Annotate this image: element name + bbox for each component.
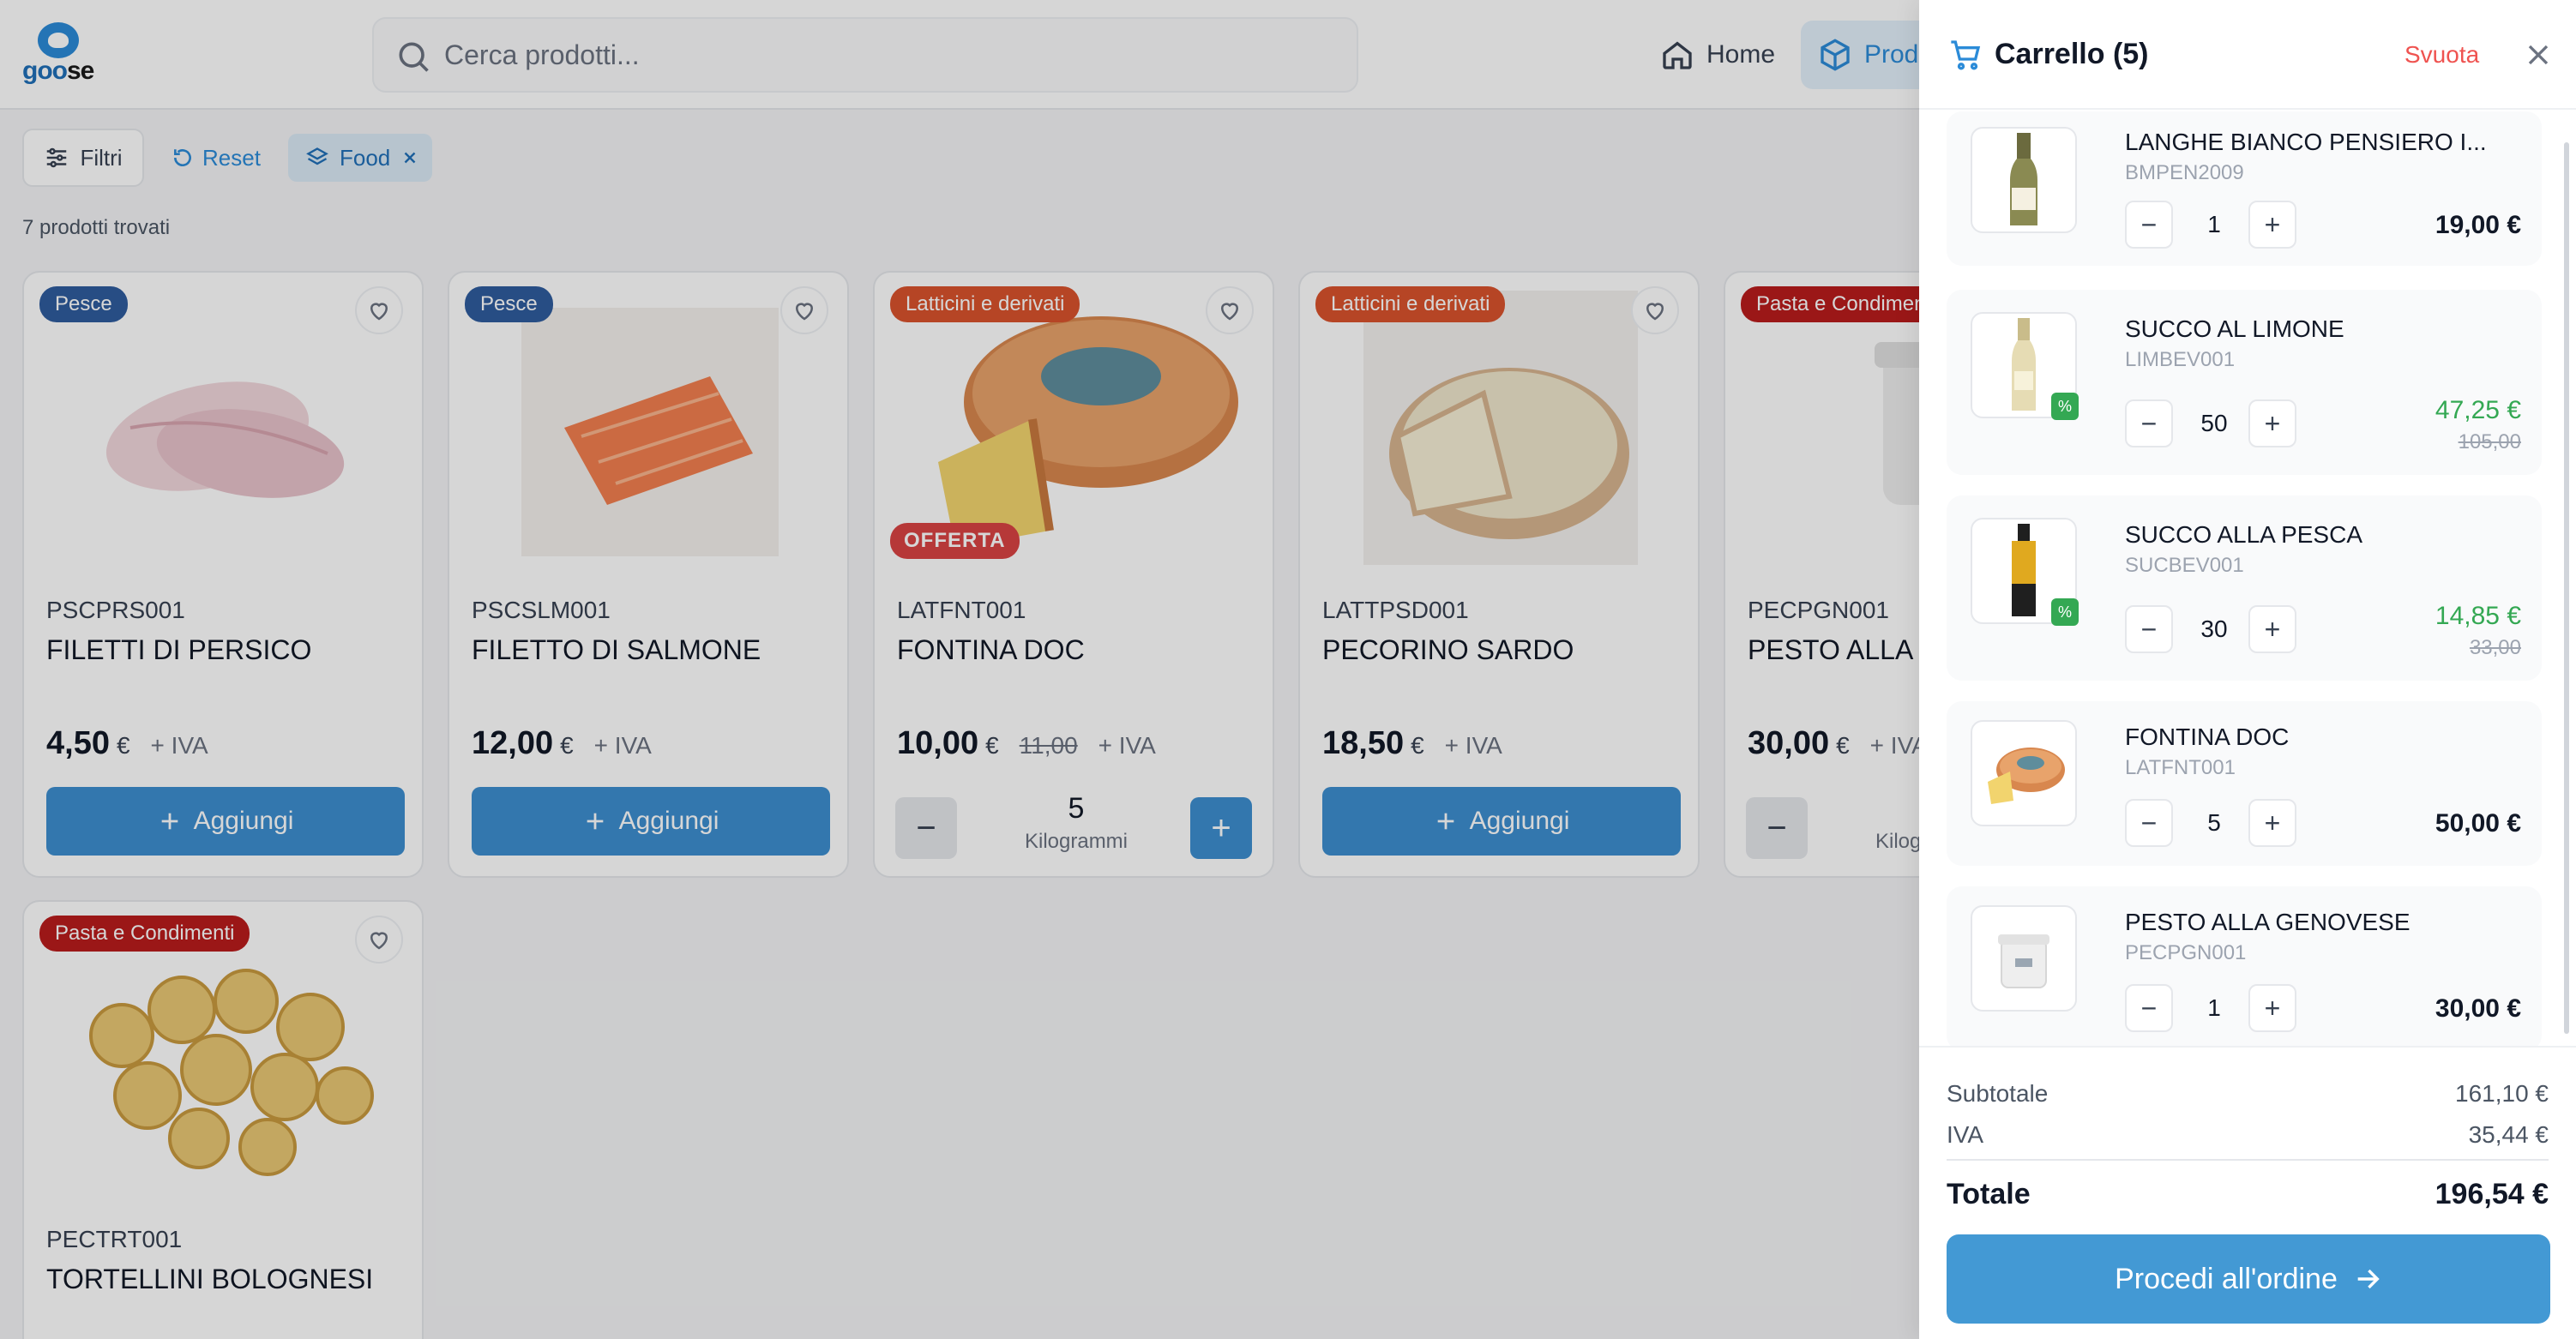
cart-item-thumbnail (1971, 720, 2077, 826)
decrease-quantity-button[interactable]: − (2125, 799, 2173, 847)
decrease-quantity-button[interactable]: − (2125, 399, 2173, 447)
discount-icon: % (2051, 598, 2079, 626)
cart-scrollbar[interactable] (2564, 142, 2569, 1034)
vat-value: 35,44 € (2468, 1121, 2549, 1148)
cart-item-old-price: 105,00 (2458, 430, 2521, 453)
cart-item: LANGHE BIANCO PENSIERO I... BMPEN2009 − … (1947, 111, 2542, 266)
cart-item-price: 30,00 € (2435, 994, 2521, 1023)
cart-item-quantity: 50 (2200, 410, 2228, 436)
total-row: Totale 196,54 € (1947, 1178, 2549, 1211)
cart-drawer: Carrello (5) Svuota LANGHE BIANCO PENSIE… (1919, 0, 2576, 1339)
total-value: 196,54 € (2435, 1178, 2549, 1210)
cart-item-name: LANGHE BIANCO PENSIERO I... (2125, 129, 2487, 155)
cart-title: Carrello (5) (1995, 38, 2149, 70)
cart-item: PESTO ALLA GENOVESE PECPGN001 − 1 + 30,0… (1947, 886, 2542, 1046)
cart-item-name: PESTO ALLA GENOVESE (2125, 909, 2410, 935)
cart-item-thumbnail: % (1971, 312, 2079, 420)
cart-item-price: 19,00 € (2435, 211, 2521, 239)
vat-row: IVA 35,44 € (1947, 1121, 2549, 1149)
cart-item-quantity: 1 (2207, 211, 2221, 237)
cart-item-old-price: 33,00 (2469, 636, 2521, 659)
cart-item-price: 50,00 € (2435, 809, 2521, 838)
cart-item-quantity: 30 (2200, 615, 2228, 642)
arrow-right-icon (2357, 1269, 2380, 1289)
cart-item: FONTINA DOC LATFNT001 − 5 + 50,00 € (1947, 701, 2542, 866)
cart-item-thumbnail: % (1971, 518, 2079, 626)
cart-item-thumbnail (1971, 905, 2077, 1012)
subtotal-row: Subtotale 161,10 € (1947, 1080, 2549, 1108)
cart-item-name: FONTINA DOC (2125, 724, 2290, 750)
total-label: Totale (1947, 1178, 2031, 1210)
cart-item-sku: PECPGN001 (2125, 941, 2247, 964)
cart-item: % SUCCO ALLA PESCA SUCBEV001 − 30 + 14,8… (1947, 495, 2542, 681)
increase-quantity-button[interactable]: + (2248, 399, 2296, 447)
cart-item-sku: LATFNT001 (2125, 756, 2236, 779)
increase-quantity-button[interactable]: + (2248, 201, 2296, 249)
cart-summary: Subtotale 161,10 € IVA 35,44 € Totale 19… (1919, 1046, 2576, 1339)
cart-item-price: 14,85 € (2435, 602, 2521, 630)
decrease-quantity-button[interactable]: − (2125, 201, 2173, 249)
cart-item-price: 47,25 € (2435, 396, 2521, 424)
cart-item: % SUCCO AL LIMONE LIMBEV001 − 50 + 47,25… (1947, 290, 2542, 475)
increase-quantity-button[interactable]: + (2248, 605, 2296, 653)
cart-item-quantity: 5 (2207, 809, 2221, 836)
cart-item-sku: BMPEN2009 (2125, 161, 2244, 184)
cart-item-sku: SUCBEV001 (2125, 554, 2244, 577)
vat-label: IVA (1947, 1121, 1984, 1148)
cart-item-thumbnail (1971, 127, 2077, 233)
summary-divider (1947, 1159, 2549, 1161)
cart-item-sku: LIMBEV001 (2125, 348, 2236, 371)
checkout-button[interactable]: Procedi all'ordine (1947, 1234, 2550, 1324)
checkout-label: Procedi all'ordine (2115, 1262, 2338, 1295)
cart-header: Carrello (5) Svuota (1919, 0, 2576, 110)
cart-items-list[interactable]: LANGHE BIANCO PENSIERO I... BMPEN2009 − … (1919, 111, 2576, 1046)
decrease-quantity-button[interactable]: − (2125, 605, 2173, 653)
cart-icon (1951, 40, 1981, 70)
modal-backdrop[interactable] (0, 0, 1919, 1339)
subtotal-value: 161,10 € (2455, 1080, 2549, 1107)
increase-quantity-button[interactable]: + (2248, 984, 2296, 1032)
cart-item-quantity: 1 (2207, 994, 2221, 1021)
close-icon[interactable] (2521, 38, 2555, 72)
increase-quantity-button[interactable]: + (2248, 799, 2296, 847)
cart-item-name: SUCCO AL LIMONE (2125, 315, 2344, 342)
discount-icon: % (2051, 393, 2079, 420)
cart-item-name: SUCCO ALLA PESCA (2125, 521, 2363, 548)
subtotal-label: Subtotale (1947, 1080, 2049, 1107)
empty-cart-button[interactable]: Svuota (2404, 41, 2479, 69)
decrease-quantity-button[interactable]: − (2125, 984, 2173, 1032)
